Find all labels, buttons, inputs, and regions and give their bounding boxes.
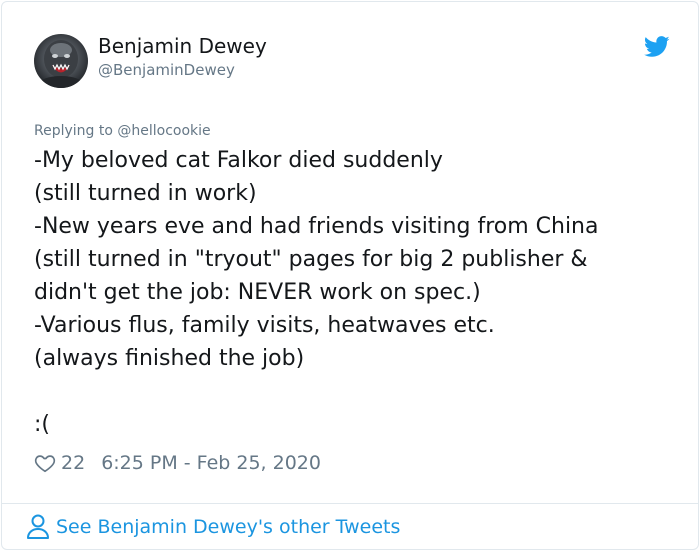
twitter-bird-icon[interactable]: [644, 36, 670, 58]
person-icon: [26, 514, 50, 540]
author-name[interactable]: Benjamin Dewey: [98, 34, 267, 58]
replying-to-label: Replying to @hellocookie: [34, 123, 211, 139]
avatar-image: [39, 40, 83, 88]
tweet-card: Benjamin Dewey @BenjaminDewey Replying t…: [1, 1, 699, 550]
tweet-line: [34, 375, 664, 408]
tweet-line: (still turned in "tryout" pages for big …: [34, 247, 588, 272]
see-other-tweets-label[interactable]: See Benjamin Dewey's other Tweets: [56, 516, 400, 538]
tweet-line: didn't get the job: NEVER work on spec.): [34, 280, 481, 305]
tweet-meta: 22 6:25 PM - Feb 25, 2020: [34, 452, 321, 474]
tweet-line: (still turned in work): [34, 181, 257, 206]
see-other-tweets-link[interactable]: See Benjamin Dewey's other Tweets: [26, 514, 400, 540]
like-count[interactable]: 22: [61, 452, 85, 474]
tweet-line: (always finished the job): [34, 346, 305, 371]
author-handle[interactable]: @BenjaminDewey: [98, 61, 235, 79]
tweet-timestamp[interactable]: 6:25 PM - Feb 25, 2020: [101, 452, 321, 474]
avatar[interactable]: [34, 34, 88, 88]
tweet-line: -Various flus, family visits, heatwaves …: [34, 313, 495, 338]
tweet-line: -My beloved cat Falkor died suddenly: [34, 148, 443, 173]
divider: [2, 503, 698, 504]
heart-icon[interactable]: [34, 452, 56, 474]
tweet-line: -New years eve and had friends visiting …: [34, 214, 599, 239]
tweet-text: -My beloved cat Falkor died suddenly (st…: [34, 144, 664, 441]
tweet-line: :(: [34, 412, 50, 437]
